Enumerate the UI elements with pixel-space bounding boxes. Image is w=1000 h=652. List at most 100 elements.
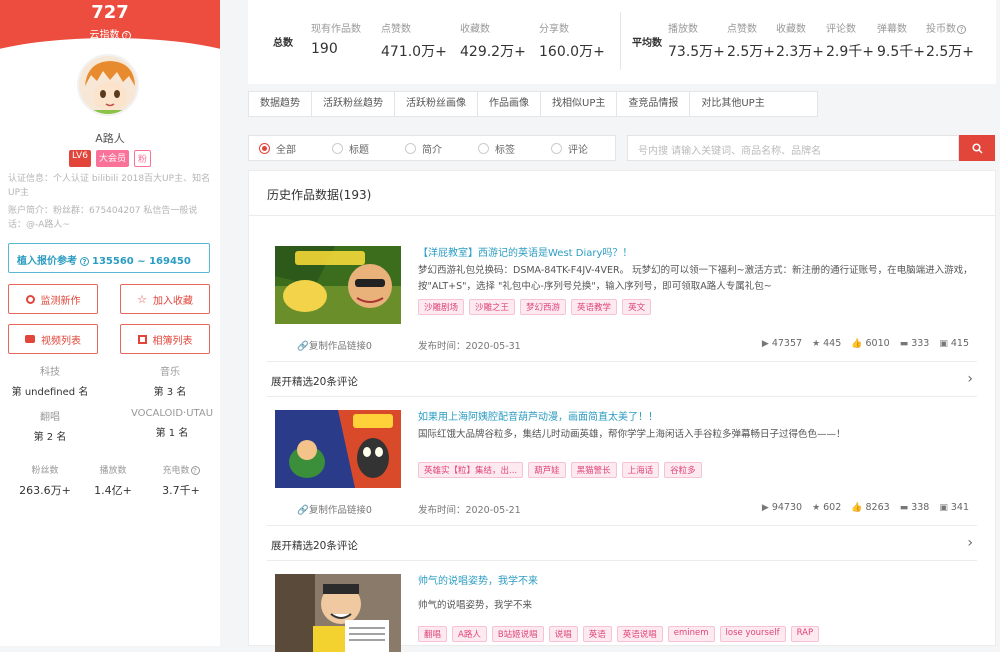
tag-item[interactable]: B站姬说唱 — [491, 626, 544, 642]
video-stats: ▶ 94730 ★ 602 👍 8263 ▬ 338 ▣ 341 — [762, 502, 969, 513]
fan-badge: 粉 — [133, 150, 151, 167]
radio-icon — [405, 142, 416, 154]
tag-item[interactable]: 葫芦娃 — [528, 462, 566, 478]
account-intro: 账户简介：粉丝群：675404207 私信告一般说话：@-A路人~ — [8, 206, 198, 230]
video-title-link[interactable]: 【洋屁教室】西游记的英语是West Diary吗？！ — [418, 244, 632, 259]
level-badge: LV6 — [69, 150, 91, 167]
video-list-button[interactable]: 视频列表 — [8, 324, 98, 354]
star-icon: ★ — [812, 338, 821, 349]
video-thumbnail[interactable] — [275, 246, 401, 324]
filter-option-tag[interactable]: 标签 — [468, 141, 541, 156]
play-count: ▶ 94730 — [761, 502, 803, 513]
play-icon: ▶ — [761, 502, 769, 513]
publish-time: 发布时间：2020-05-21 — [418, 505, 521, 516]
target-icon — [25, 294, 35, 304]
rank-cover: 翻唱第 2 名 — [33, 412, 67, 443]
tag-item[interactable]: 上海话 — [621, 462, 660, 478]
expand-comments-button[interactable]: 展开精选20条评论 › — [267, 525, 977, 561]
help-icon: ? — [190, 466, 200, 475]
star-outline-icon: ☆ — [137, 292, 147, 306]
help-icon: ? — [121, 30, 131, 40]
favorite-count: ★ 445 — [812, 338, 842, 349]
user-badges: LV6 大会员 粉 — [0, 150, 220, 167]
filter-option-comment[interactable]: 评论 — [541, 141, 614, 156]
play-count: ▶ 47357 — [761, 338, 803, 349]
avg-likes: 点赞数 2.5万+ — [727, 24, 775, 60]
search-input[interactable]: 号内搜 请输入关键词、商品名称、品牌名 — [627, 135, 959, 161]
danmaku-icon: ▣ — [939, 502, 948, 513]
radio-icon — [551, 142, 562, 154]
tag-item[interactable]: 英语教学 — [571, 299, 618, 315]
tag-item[interactable]: 谷粒多 — [664, 462, 702, 478]
tag-item[interactable]: 沙雕之王 — [469, 299, 516, 315]
radio-selected-icon — [259, 142, 270, 154]
search-button[interactable] — [959, 135, 995, 161]
video-description: 帅气的说唱姿势，我学不来 — [418, 600, 533, 611]
tag-item[interactable]: 英文 — [622, 299, 652, 315]
tab-similar-up[interactable]: 找相似UP主 — [541, 92, 618, 116]
filter-option-all[interactable]: 全部 — [249, 141, 322, 156]
tab-compare-up[interactable]: 对比其他UP主 — [690, 92, 775, 116]
avg-plays: 播放数 73.5万+ — [668, 24, 725, 60]
copy-link-button[interactable]: 🔗复制作品链接0 — [297, 338, 372, 352]
monitor-new-works-button[interactable]: 监测新作 — [8, 284, 98, 314]
tag-item[interactable]: lose yourself — [719, 626, 786, 642]
expand-comments-button[interactable]: 展开精选20条评论 › — [267, 361, 977, 397]
total-shares: 分享数 160.0万+ — [539, 24, 605, 60]
tab-competitor-intel[interactable]: 查竞品情报 — [617, 92, 691, 116]
rank-tech: 科技第 undefined 名 — [11, 367, 89, 398]
tag-item[interactable]: 梦幻西游 — [520, 299, 567, 315]
copy-link-button[interactable]: 🔗复制作品链接0 — [297, 502, 372, 516]
publish-time: 发布时间：2020-05-31 — [418, 341, 521, 352]
total-likes: 点赞数 471.0万+ — [381, 24, 447, 60]
tab-active-fans-profile[interactable]: 活跃粉丝画像 — [395, 92, 478, 116]
tag-item[interactable]: 英语说唱 — [616, 626, 663, 642]
total-favorites: 收藏数 429.2万+ — [460, 24, 526, 60]
image-icon — [137, 334, 147, 344]
chevron-right-icon: › — [967, 535, 973, 551]
video-description: 国际红饿大品牌谷粒多，集结儿时动画英雄，帮你学学上海闲话入手谷粒多弹幕畅日子过得… — [418, 429, 846, 440]
history-title: 历史作品数据(193) — [267, 188, 372, 202]
chevron-right-icon: › — [967, 371, 973, 387]
tag-item[interactable]: RAP — [790, 626, 820, 642]
video-tags: 翻唱 A路人 B站姬说唱 说唱 英语 英语说唱 eminem lose your… — [418, 626, 820, 642]
tag-item[interactable]: 沙雕剧场 — [418, 299, 465, 315]
link-icon: 🔗 — [297, 505, 309, 516]
video-title-link[interactable]: 如果用上海阿姨腔配音葫芦动漫，画面简直太美了！！ — [418, 408, 658, 423]
tag-item[interactable]: 英语 — [582, 626, 612, 642]
tag-item[interactable]: A路人 — [452, 626, 487, 642]
avg-danmaku: 弹幕数 9.5千+ — [877, 24, 925, 60]
filter-option-intro[interactable]: 简介 — [395, 141, 468, 156]
like-count: 👍 6010 — [851, 338, 890, 349]
tag-item[interactable]: eminem — [667, 626, 715, 642]
radio-icon — [478, 142, 489, 154]
video-thumbnail[interactable] — [275, 410, 401, 488]
danmaku-count: ▣ 415 — [939, 338, 969, 349]
cloud-index-label[interactable]: 云指数? — [0, 26, 220, 41]
analysis-tabs: 数据趋势 活跃粉丝趋势 活跃粉丝画像 作品画像 找相似UP主 查竞品情报 对比其… — [248, 91, 818, 117]
filter-option-title[interactable]: 标题 — [322, 141, 395, 156]
play-icon — [25, 335, 35, 343]
tab-works-profile[interactable]: 作品画像 — [478, 92, 541, 116]
divider — [620, 12, 621, 70]
comment-count: ▬ 338 — [899, 502, 930, 513]
rank-music: 音乐第 3 名 — [153, 367, 187, 398]
tab-data-trend[interactable]: 数据趋势 — [249, 92, 312, 116]
profile-sidebar: 727 云指数? A路人 LV6 大会员 粉 认证信息：个人认证 bilibil… — [0, 0, 220, 646]
tag-item[interactable]: 黑猫警长 — [570, 462, 617, 478]
video-title-link[interactable]: 帅气的说唱姿势，我学不来 — [418, 572, 538, 587]
album-list-button[interactable]: 相簿列表 — [120, 324, 210, 354]
help-icon: ? — [80, 256, 89, 266]
add-favorite-button[interactable]: ☆ 加入收藏 — [120, 284, 210, 314]
star-icon: ★ — [812, 502, 821, 513]
history-works-panel: 历史作品数据(193) 【洋屁教室】西游记的英语是West Diary吗？！ 梦… — [248, 170, 996, 652]
tag-item[interactable]: 英雄实【粒】集结，出... — [418, 462, 524, 478]
video-tags: 沙雕剧场 沙雕之王 梦幻西游 英语教学 英文 — [418, 299, 652, 315]
tab-active-fans-trend[interactable]: 活跃粉丝趋势 — [312, 92, 395, 116]
tag-item[interactable]: 翻唱 — [418, 626, 448, 642]
cloud-index-score: 727 — [91, 2, 129, 23]
ad-price-reference[interactable]: 植入报价参考? 135560 ~ 169450 — [8, 243, 210, 273]
tag-item[interactable]: 说唱 — [548, 626, 578, 642]
search-icon — [971, 142, 983, 154]
video-thumbnail[interactable] — [275, 574, 401, 652]
